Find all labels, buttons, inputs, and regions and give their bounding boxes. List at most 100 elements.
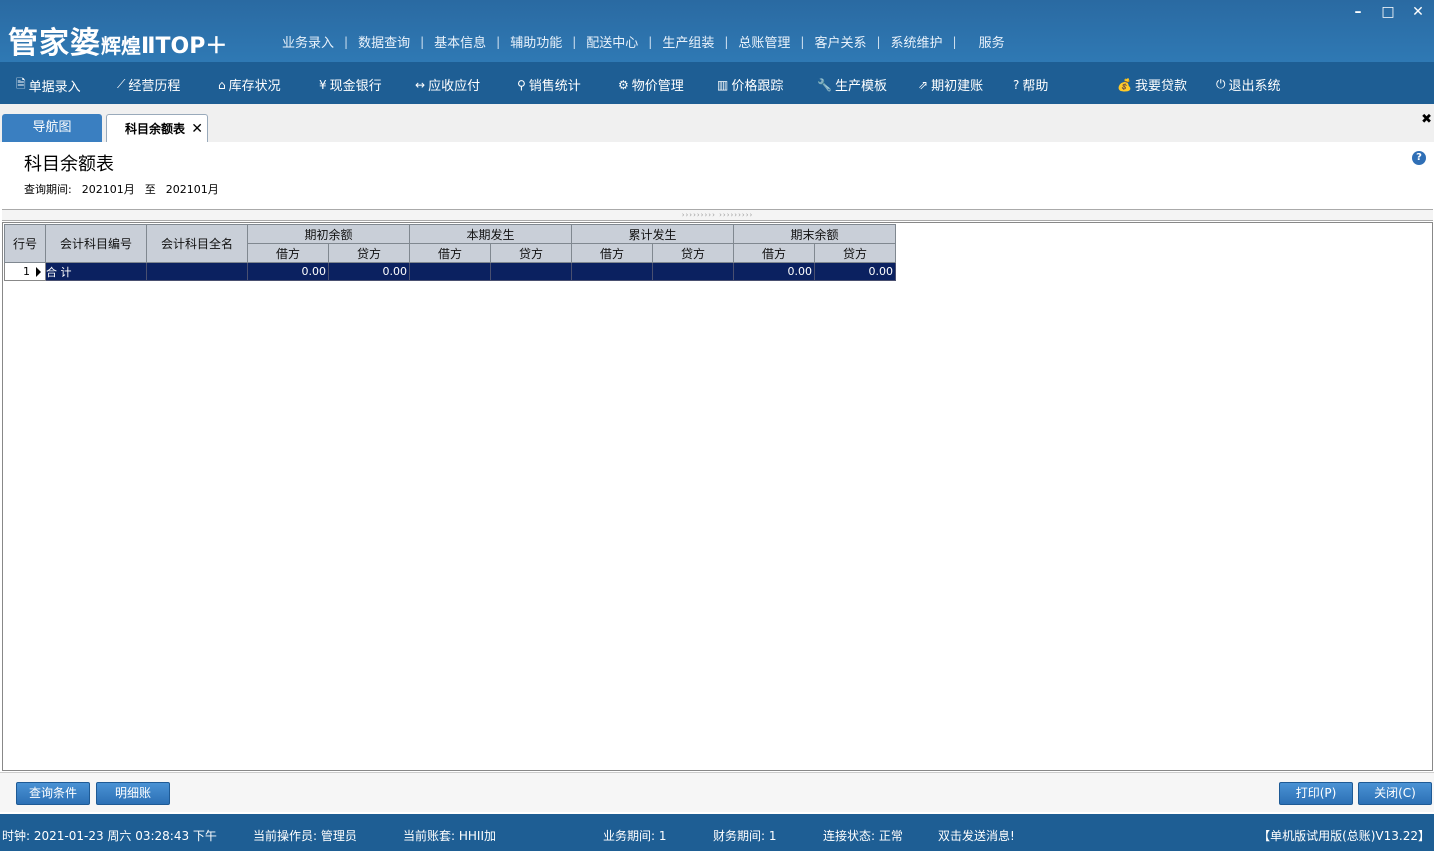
cell-account-code[interactable]: 合 计 xyxy=(45,262,147,281)
top-menu: 业务录入 | 数据查询 | 基本信息 | 辅助功能 | 配送中心 | 生产组装 | 总账管理… xyxy=(272,32,1015,52)
tab-account-balance[interactable]: 科目余额表 ✕ xyxy=(106,114,208,142)
top-menu-item[interactable]: 辅助功能 xyxy=(500,32,572,51)
status-connection: 连接状态: 正常 xyxy=(823,829,903,843)
detail-ledger-button[interactable]: 明细账 xyxy=(96,782,170,805)
header-credit[interactable]: 贷方 xyxy=(328,243,410,263)
header-closing-balance[interactable]: 期末余额 xyxy=(733,224,896,244)
panel-splitter[interactable]: ››››››››› ››››››››› xyxy=(2,209,1433,221)
toolbar-item-price-tracking[interactable]: ▥ 价格跟踪 xyxy=(717,75,784,95)
header-opening-balance[interactable]: 期初余额 xyxy=(247,224,410,244)
toolbar-item-receivables[interactable]: ↔ 应收应付 xyxy=(415,75,481,95)
cell-account-name[interactable] xyxy=(146,262,248,281)
cell-end-credit[interactable]: 0.00 xyxy=(814,262,896,281)
toolbar-label: 退出系统 xyxy=(1228,79,1281,94)
power-icon: ⏻ xyxy=(1216,77,1226,91)
top-menu-item[interactable]: 服务 xyxy=(957,32,1015,51)
top-menu-item[interactable]: 数据查询 xyxy=(348,32,420,51)
tab-close-icon[interactable]: ✕ xyxy=(191,115,203,143)
toolbar-item-sales[interactable]: ⚲ 销售统计 xyxy=(517,75,581,95)
balance-table: 行号 会计科目编号 会计科目全名 期初余额 本期发生 累计发生 期末余额 借方 … xyxy=(4,224,896,281)
query-period: 查询期间: 202101月 至 202101月 xyxy=(24,181,219,197)
toolbar-label: 价格跟踪 xyxy=(731,79,784,94)
header-accumulated[interactable]: 累计发生 xyxy=(571,224,734,244)
toolbar-label: 经营历程 xyxy=(128,79,181,94)
toolbar-item-pricing[interactable]: ⚙ 物价管理 xyxy=(618,75,684,95)
data-grid: 行号 会计科目编号 会计科目全名 期初余额 本期发生 累计发生 期末余额 借方 … xyxy=(2,222,1433,771)
toolbar-item-exit[interactable]: ⏻ 退出系统 xyxy=(1216,75,1281,94)
toolbar-label: 单据录入 xyxy=(28,80,81,95)
tab-navigation[interactable]: 导航图 xyxy=(2,114,102,142)
header-credit[interactable]: 贷方 xyxy=(814,243,896,263)
title-bar: 管家婆辉煌ⅡTOP＋ 业务录入 | 数据查询 | 基本信息 | 辅助功能 | 配送中心 |… xyxy=(0,0,1434,62)
toolbar-item-documents[interactable]: 🗎 单据录入 xyxy=(16,75,81,96)
header-rowno[interactable]: 行号 xyxy=(4,224,46,263)
top-menu-item[interactable]: 业务录入 xyxy=(272,32,344,51)
toolbar-label: 应收应付 xyxy=(428,79,481,94)
query-conditions-button[interactable]: 查询条件 xyxy=(16,782,90,805)
money-bag-icon: 💰 xyxy=(1117,77,1132,92)
toolbar-label: 期初建账 xyxy=(931,79,984,94)
logo-edition-text: ⅡTOP＋ xyxy=(141,34,228,59)
header-debit[interactable]: 借方 xyxy=(409,243,491,263)
close-button[interactable]: 关闭(C) xyxy=(1358,782,1432,805)
current-row-arrow-icon xyxy=(36,267,41,277)
header-credit[interactable]: 贷方 xyxy=(652,243,734,263)
chart-line-icon: ⟋ xyxy=(117,77,126,91)
search-icon: ⚲ xyxy=(517,77,526,92)
main-toolbar: 🗎 单据录入 ⟋ 经营历程 ⌂ 库存状况 ¥ 现金银行 ↔ 应收应付 ⚲ 销售统计 ⚙ 物价管… xyxy=(0,62,1434,104)
minimize-icon[interactable]: – xyxy=(1350,4,1366,20)
toolbar-label: 销售统计 xyxy=(528,79,581,94)
toolbar-label: 我要贷款 xyxy=(1134,79,1187,94)
status-account-set: 当前账套: HHII加 xyxy=(403,829,496,843)
toolbar-item-inventory[interactable]: ⌂ 库存状况 xyxy=(218,75,281,95)
button-bar: 查询条件 明细账 打印(P) 关闭(C) xyxy=(0,772,1434,812)
toolbar-item-production[interactable]: 🔧 生产模板 xyxy=(817,75,887,95)
header-account-name[interactable]: 会计科目全名 xyxy=(146,224,248,263)
toolbar-item-history[interactable]: ⟋ 经营历程 xyxy=(117,75,180,94)
top-menu-item[interactable]: 总账管理 xyxy=(728,32,800,51)
app-window: 管家婆辉煌ⅡTOP＋ 业务录入 | 数据查询 | 基本信息 | 辅助功能 | 配送中心 |… xyxy=(0,0,1434,851)
header-debit[interactable]: 借方 xyxy=(247,243,329,263)
report-title: 科目余额表 xyxy=(24,154,114,175)
cell-acc-debit[interactable] xyxy=(571,262,653,281)
cell-cur-credit[interactable] xyxy=(490,262,572,281)
toolbar-item-help[interactable]: ? 帮助 xyxy=(1013,75,1049,95)
toolbar-item-cash[interactable]: ¥ 现金银行 xyxy=(319,75,382,95)
header-credit[interactable]: 贷方 xyxy=(490,243,572,263)
tab-label: 科目余额表 xyxy=(125,122,186,136)
header-debit[interactable]: 借方 xyxy=(733,243,815,263)
header-current-period[interactable]: 本期发生 xyxy=(409,224,572,244)
status-bar: 时钟: 2021-01-23 周六 03:28:43 下午 当前操作员: 管理员… xyxy=(0,814,1434,851)
toolbar-item-opening[interactable]: ⇗ 期初建账 xyxy=(918,75,984,95)
external-link-icon: ⇗ xyxy=(918,77,929,92)
toolbar-item-loan[interactable]: 💰 我要贷款 xyxy=(1117,75,1187,95)
close-icon[interactable]: ✕ xyxy=(1410,4,1426,20)
toolbar-label: 现金银行 xyxy=(329,79,382,94)
tab-strip: 导航图 科目余额表 ✕ ✖ xyxy=(0,104,1434,142)
top-menu-item[interactable]: 配送中心 xyxy=(576,32,648,51)
toolbar-label: 物价管理 xyxy=(631,79,684,94)
toolbar-label: 帮助 xyxy=(1022,79,1049,94)
cell-acc-credit[interactable] xyxy=(652,262,734,281)
cell-open-credit[interactable]: 0.00 xyxy=(328,262,410,281)
top-menu-item[interactable]: 基本信息 xyxy=(424,32,496,51)
header-debit[interactable]: 借方 xyxy=(571,243,653,263)
maximize-icon[interactable]: □ xyxy=(1380,4,1396,20)
cell-open-debit[interactable]: 0.00 xyxy=(247,262,329,281)
cell-cur-debit[interactable] xyxy=(409,262,491,281)
header-account-code[interactable]: 会计科目编号 xyxy=(45,224,147,263)
table-row[interactable]: 1 合 计 0.00 0.00 0.00 0.00 xyxy=(4,262,896,281)
close-all-tabs-icon[interactable]: ✖ xyxy=(1421,112,1432,127)
top-menu-item[interactable]: 系统维护 xyxy=(881,32,953,51)
top-menu-item[interactable]: 客户关系 xyxy=(804,32,876,51)
print-button[interactable]: 打印(P) xyxy=(1279,782,1353,805)
top-menu-item[interactable]: 生产组装 xyxy=(652,32,724,51)
status-finance-period: 财务期间: 1 xyxy=(713,829,777,843)
help-icon[interactable]: ? xyxy=(1412,151,1426,165)
cell-rowno[interactable]: 1 xyxy=(4,262,46,281)
status-send-message[interactable]: 双击发送消息! xyxy=(938,827,1015,844)
home-icon: ⌂ xyxy=(218,77,226,92)
status-clock: 时钟: 2021-01-23 周六 03:28:43 下午 xyxy=(2,829,217,843)
cell-end-debit[interactable]: 0.00 xyxy=(733,262,815,281)
exchange-icon: ↔ xyxy=(415,77,426,92)
